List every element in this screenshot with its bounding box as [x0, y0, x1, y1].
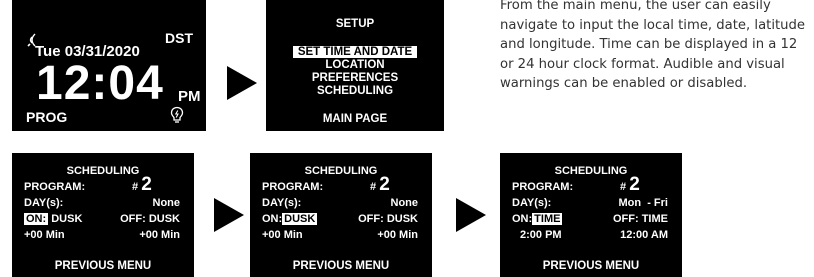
days-value: None [152, 197, 181, 209]
menu-item-main-page[interactable]: MAIN PAGE [266, 113, 444, 125]
off-time: 12:00 AM [620, 229, 668, 241]
days-label: DAY(s): [262, 197, 302, 209]
time-readout: 12:04 [36, 57, 164, 110]
menu-item-scheduling[interactable]: SCHEDULING [266, 85, 444, 97]
scheduling-screen-2: SCHEDULING PROGRAM: # 2 DAY(s): None ON:… [250, 153, 432, 277]
off-setting[interactable]: OFF: TIME [613, 213, 668, 225]
clock-display-screen: DST Tue 03/31/2020 12:04 PM PROG [12, 0, 206, 131]
off-setting[interactable]: OFF: DUSK [358, 213, 418, 225]
program-label: PROGRAM: [24, 181, 86, 193]
on-time: 2:00 PM [520, 229, 562, 241]
right-arrow-icon [214, 198, 244, 232]
menu-item-location[interactable]: LOCATION [266, 59, 444, 71]
setup-menu-screen: SETUP SET TIME AND DATE LOCATION PREFERE… [266, 0, 444, 131]
off-setting[interactable]: OFF: DUSK [120, 213, 180, 225]
previous-menu-item[interactable]: PREVIOUS MENU [500, 260, 682, 272]
previous-menu-item[interactable]: PREVIOUS MENU [12, 260, 194, 272]
on-offset: +00 Min [262, 229, 303, 241]
scheduling-title: SCHEDULING [554, 165, 628, 177]
program-hash: # [620, 181, 627, 193]
prog-indicator: PROG [26, 109, 68, 125]
days-value: None [390, 197, 419, 209]
program-number: # 2 [370, 174, 390, 196]
ampm-indicator: PM [178, 88, 201, 105]
program-value: 2 [379, 174, 390, 195]
on-label: ON: [24, 213, 49, 225]
right-arrow-icon [227, 66, 257, 100]
off-offset: +00 Min [139, 229, 180, 241]
scheduling-title: SCHEDULING [304, 165, 378, 177]
right-arrow-icon [456, 198, 486, 232]
on-value: DUSK [51, 213, 83, 225]
on-setting[interactable]: ON: TIME [512, 213, 563, 225]
on-offset: +00 Min [24, 229, 65, 241]
menu-item-set-time-and-date[interactable]: SET TIME AND DATE [266, 46, 444, 58]
program-hash: # [370, 181, 377, 193]
on-label: ON: [512, 213, 533, 225]
days-value: Mon - Fri [618, 197, 669, 209]
days-label: DAY(s): [512, 197, 552, 209]
off-offset: +00 Min [377, 229, 418, 241]
on-setting[interactable]: ON: DUSK [262, 213, 318, 225]
program-label: PROGRAM: [262, 181, 324, 193]
program-hash: # [132, 181, 139, 193]
light-bulb-icon [170, 106, 184, 123]
dst-indicator: DST [165, 30, 193, 46]
program-value: 2 [141, 174, 152, 195]
program-label: PROGRAM: [512, 181, 574, 193]
program-number: # 2 [620, 174, 640, 196]
days-label: DAY(s): [24, 197, 64, 209]
menu-item-label: SET TIME AND DATE [292, 46, 418, 58]
scheduling-screen-1: SCHEDULING PROGRAM: # 2 DAY(s): None ON:… [12, 153, 194, 277]
on-label: ON: [262, 213, 283, 225]
menu-item-preferences[interactable]: PREFERENCES [266, 72, 444, 84]
on-setting[interactable]: ON: DUSK [24, 213, 82, 225]
program-value: 2 [629, 174, 640, 195]
previous-menu-item[interactable]: PREVIOUS MENU [250, 260, 432, 272]
program-number: # 2 [132, 174, 152, 196]
on-value: TIME [532, 213, 563, 225]
scheduling-screen-3: SCHEDULING PROGRAM: # 2 DAY(s): Mon - Fr… [500, 153, 682, 277]
setup-title: SETUP [335, 18, 375, 30]
feature-description: From the main menu, the user can easily … [500, 0, 806, 91]
on-value: DUSK [282, 213, 318, 225]
scheduling-title: SCHEDULING [66, 165, 140, 177]
